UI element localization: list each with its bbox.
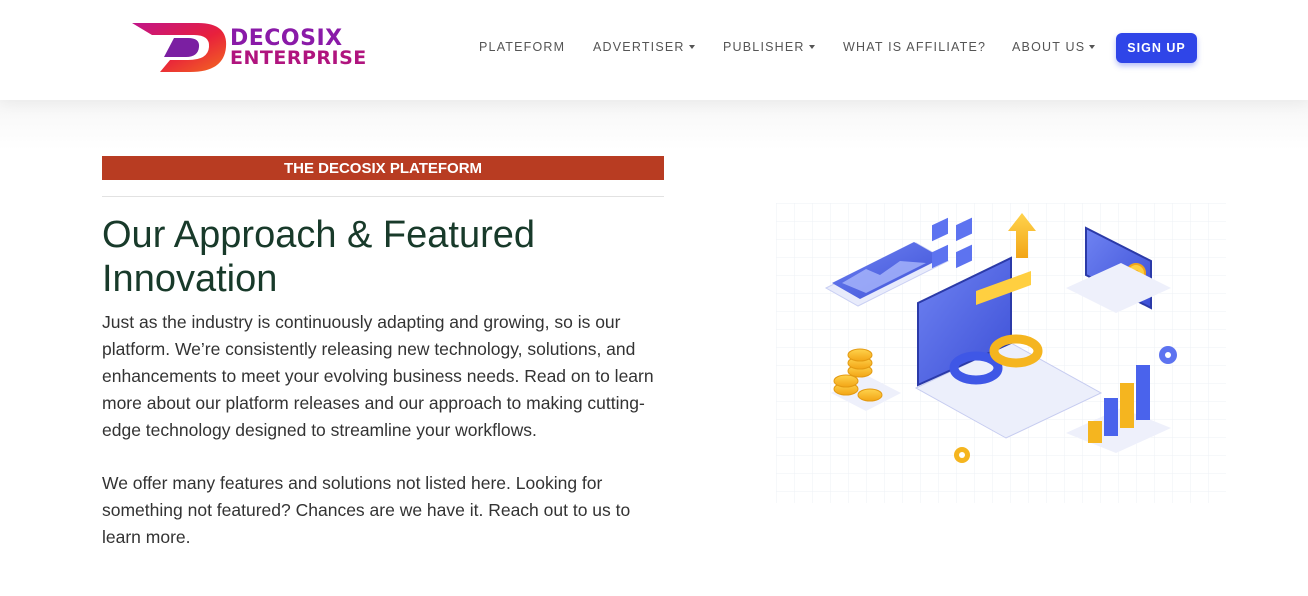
logo-d-emblem bbox=[132, 23, 227, 72]
gear-icon bbox=[954, 447, 970, 463]
nav-item-what-is-affiliate[interactable]: WHAT IS AFFILIATE? bbox=[843, 40, 986, 54]
page-title: Our Approach & Featured Innovation bbox=[102, 214, 536, 300]
section-background bbox=[0, 100, 1308, 150]
brand-logo[interactable]: DECOSIX ENTERPRISE bbox=[130, 20, 380, 75]
nav-item-plateform[interactable]: PLATEFORM bbox=[479, 40, 565, 54]
secondary-paragraph: We offer many features and solutions not… bbox=[102, 473, 631, 547]
caret-down-icon bbox=[1089, 45, 1096, 49]
nav-item-publisher[interactable]: PUBLISHER bbox=[723, 40, 815, 54]
nav-item-label: PLATEFORM bbox=[479, 40, 566, 54]
top-navbar: DECOSIX ENTERPRISE PLATEFORM ADVERTISER … bbox=[0, 0, 1308, 100]
caret-down-icon bbox=[688, 45, 695, 49]
nav-item-label: WHAT IS AFFILIATE? bbox=[843, 40, 987, 54]
signup-button[interactable]: SIGN UP bbox=[1116, 33, 1197, 63]
section-badge: THE DECOSIX PLATEFORM bbox=[102, 156, 664, 180]
nav-item-about-us[interactable]: ABOUT US bbox=[1012, 40, 1096, 54]
divider bbox=[102, 196, 664, 197]
nav-item-label: ADVERTISER bbox=[593, 40, 685, 54]
nav-item-advertiser[interactable]: ADVERTISER bbox=[593, 40, 695, 54]
logo-text-enterprise: ENTERPRISE bbox=[230, 47, 367, 69]
caret-down-icon bbox=[808, 45, 815, 49]
platform-illustration bbox=[776, 203, 1226, 503]
gear-icon bbox=[1159, 346, 1177, 364]
nav-item-label: PUBLISHER bbox=[723, 40, 805, 54]
intro-paragraph: Just as the industry is continuously ada… bbox=[102, 312, 654, 440]
nav-item-label: ABOUT US bbox=[1012, 40, 1086, 54]
